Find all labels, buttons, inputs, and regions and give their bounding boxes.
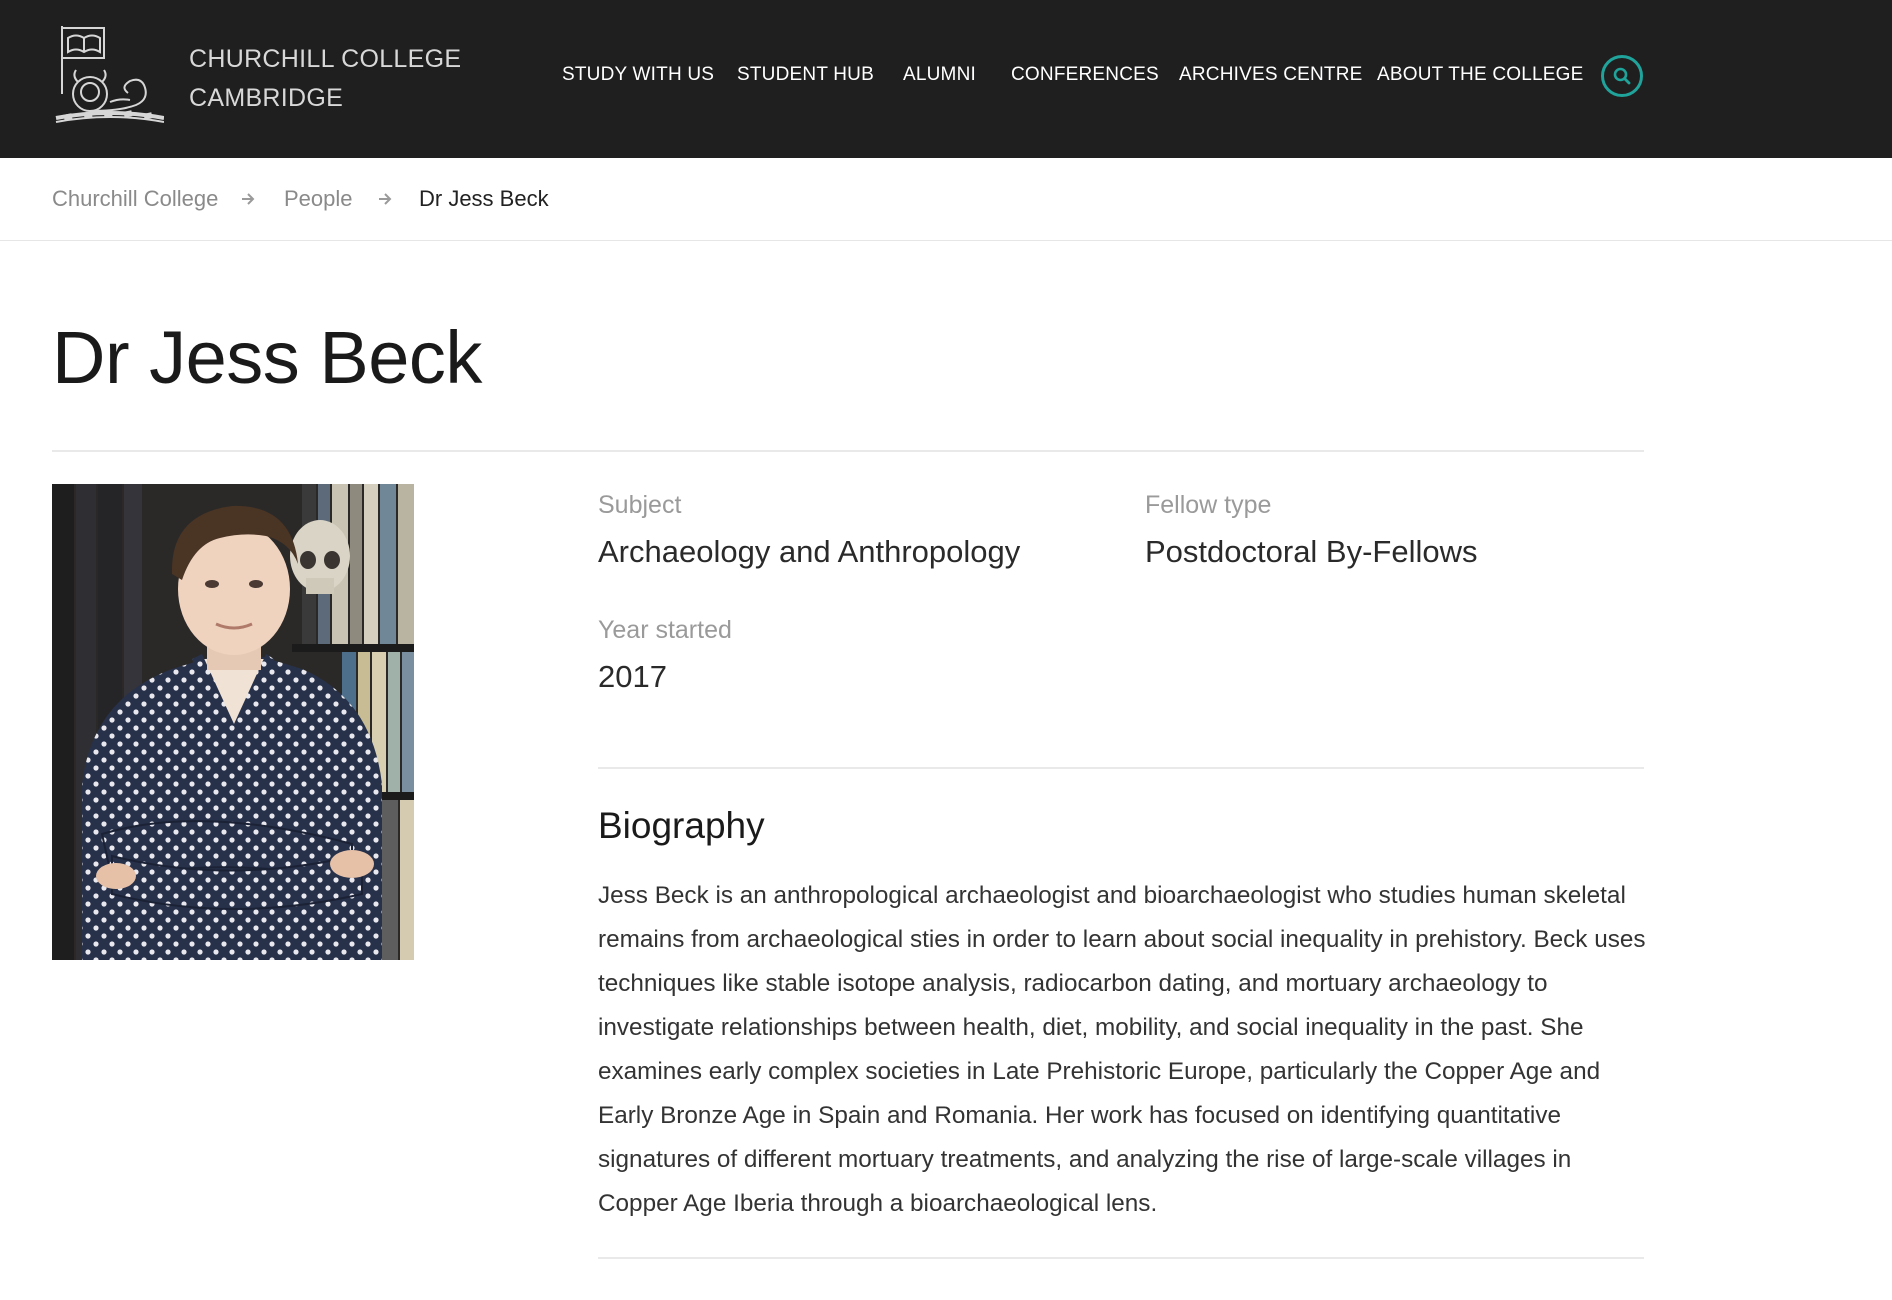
subject-label: Subject — [598, 491, 682, 519]
nav-about-the-college[interactable]: ABOUT THE COLLEGE — [1377, 60, 1583, 90]
college-crest-icon — [55, 26, 165, 123]
fellow-type-value: Postdoctoral By-Fellows — [1145, 534, 1478, 569]
college-name-line2: CAMBRIDGE — [189, 84, 344, 112]
nav-student-hub[interactable]: STUDENT HUB — [737, 60, 874, 90]
nav-study-with-us[interactable]: STUDY WITH US — [562, 60, 714, 90]
year-started-value: 2017 — [598, 659, 667, 694]
profile-photo-image — [52, 484, 414, 960]
college-crest-logo[interactable] — [50, 22, 165, 128]
breadcrumb-current: Dr Jess Beck — [419, 186, 549, 211]
title-divider — [52, 450, 1644, 452]
breadcrumb-people[interactable]: People — [284, 184, 353, 214]
subject-value: Archaeology and Anthropology — [598, 534, 1021, 569]
arrow-right-icon — [379, 193, 392, 205]
breadcrumb: Churchill College People Dr Jess Beck — [0, 158, 1892, 241]
college-name-line1: CHURCHILL COLLEGE — [189, 45, 462, 73]
search-button[interactable] — [1601, 55, 1643, 97]
biography-heading: Biography — [598, 805, 765, 846]
nav-alumni[interactable]: ALUMNI — [903, 60, 976, 90]
facts-divider — [598, 767, 1644, 769]
biography-text: Jess Beck is an anthropological archaeol… — [598, 882, 1646, 1217]
nav-archives-centre[interactable]: ARCHIVES CENTRE — [1179, 60, 1363, 90]
year-started-label: Year started — [598, 616, 732, 644]
page-title: Dr Jess Beck — [52, 316, 482, 399]
college-name[interactable]: CHURCHILL COLLEGE CAMBRIDGE — [189, 40, 461, 118]
breadcrumb-churchill-college[interactable]: Churchill College — [52, 184, 218, 214]
site-header: CHURCHILL COLLEGE CAMBRIDGE STUDY WITH U… — [0, 0, 1892, 158]
nav-conferences[interactable]: CONFERENCES — [1011, 60, 1159, 90]
biography-divider — [598, 1257, 1644, 1259]
arrow-right-icon — [242, 193, 255, 205]
profile-photo — [52, 484, 414, 960]
fellow-type-label: Fellow type — [1145, 491, 1272, 519]
search-icon — [1613, 67, 1631, 85]
